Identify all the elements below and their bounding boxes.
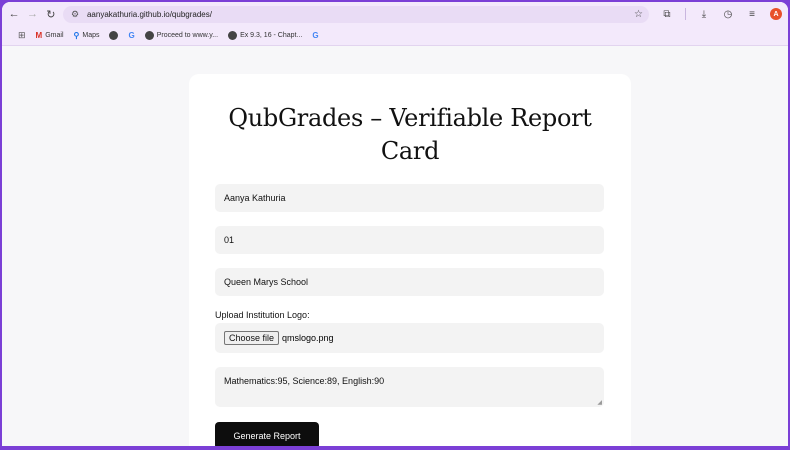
bookmark-maps[interactable]: ⚲ Maps <box>74 31 100 40</box>
browser-window: ← → ↻ ⚙ aanyakathuria.github.io/qubgrade… <box>2 2 788 446</box>
bookmark-proceed[interactable]: Proceed to www.y... <box>144 31 219 40</box>
upload-logo-label: Upload Institution Logo: <box>215 310 310 320</box>
maps-icon: ⚲ <box>73 31 80 40</box>
bookmark-gmail[interactable]: M Gmail <box>36 31 64 40</box>
generate-report-button[interactable]: Generate Report <box>215 422 319 446</box>
bookmark-star-icon[interactable]: ☆ <box>634 9 643 20</box>
globe-icon <box>144 31 154 40</box>
bookmark-label: Proceed to www.y... <box>156 32 219 39</box>
reload-icon[interactable]: ↻ <box>45 6 57 22</box>
google-icon: G <box>128 31 135 40</box>
subjects-text: Mathematics:95, Science:89, English:90 <box>224 376 385 386</box>
apps-grid-icon[interactable]: ⊞ <box>18 30 26 41</box>
bookmark-google-2[interactable]: G <box>312 31 318 40</box>
school-name-input[interactable]: Queen Marys School <box>215 268 604 296</box>
bookmarks-bar: ⊞ M Gmail ⚲ Maps G Proceed to www.y... E… <box>2 26 788 46</box>
globe-icon <box>228 31 238 40</box>
page-content: QubGrades – Verifiable Report Card Aanya… <box>2 46 788 446</box>
toolbar-separator <box>684 8 686 20</box>
reading-list-icon[interactable]: ≡ <box>746 9 758 20</box>
bookmark-label: Ex 9.3, 16 - Chapt... <box>240 32 303 39</box>
url-text: aanyakathuria.github.io/qubgrades/ <box>86 9 212 19</box>
gmail-icon: M <box>35 31 43 40</box>
download-icon[interactable]: ⤓ <box>698 9 710 20</box>
history-icon[interactable]: ◷ <box>722 9 734 20</box>
bookmark-google[interactable]: G <box>128 31 134 40</box>
browser-toolbar: ← → ↻ ⚙ aanyakathuria.github.io/qubgrade… <box>2 2 788 26</box>
logo-file-input[interactable]: Choose file qmslogo.png <box>215 323 604 353</box>
bookmark-globe[interactable] <box>109 31 119 40</box>
extensions-icon[interactable]: ⧉ <box>661 9 673 20</box>
back-icon[interactable]: ← <box>8 6 20 22</box>
address-bar[interactable]: ⚙ aanyakathuria.github.io/qubgrades/ ☆ <box>62 5 649 23</box>
report-card-form: QubGrades – Verifiable Report Card Aanya… <box>189 74 631 446</box>
bookmark-label: Maps <box>82 32 100 39</box>
bookmark-label: Gmail <box>45 32 64 39</box>
forward-icon[interactable]: → <box>26 6 38 22</box>
google-icon: G <box>312 31 319 40</box>
student-name-input[interactable]: Aanya Kathuria <box>215 184 604 212</box>
file-name: qmslogo.png <box>282 333 334 343</box>
profile-avatar[interactable]: A <box>769 8 782 20</box>
globe-icon <box>109 31 119 40</box>
resize-handle-icon[interactable]: ◢ <box>597 399 602 406</box>
subjects-textarea[interactable]: Mathematics:95, Science:89, English:90 ◢ <box>215 367 604 407</box>
site-settings-icon[interactable]: ⚙ <box>69 8 81 20</box>
page-title: QubGrades – Verifiable Report Card <box>228 104 592 165</box>
choose-file-button[interactable]: Choose file <box>224 331 280 345</box>
roll-number-input[interactable]: 01 <box>215 226 604 254</box>
bookmark-ex[interactable]: Ex 9.3, 16 - Chapt... <box>228 31 302 40</box>
